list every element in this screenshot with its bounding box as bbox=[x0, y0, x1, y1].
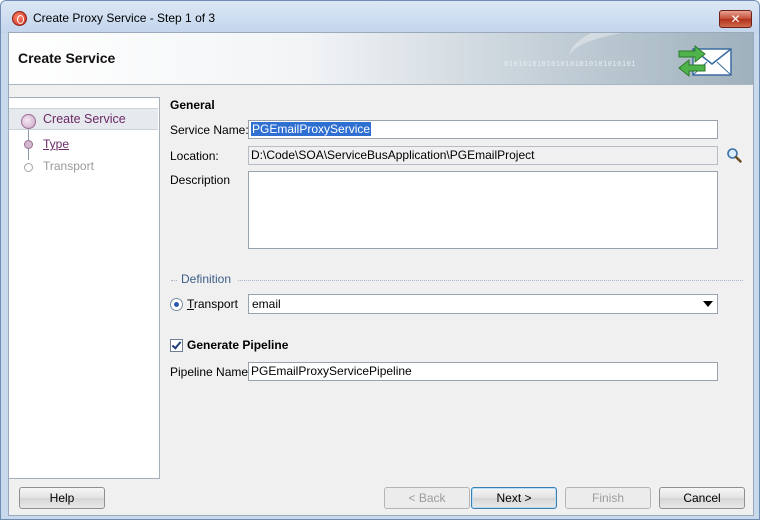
current-step-icon bbox=[21, 114, 36, 129]
transport-select[interactable]: email bbox=[248, 294, 718, 314]
step-visited-icon bbox=[24, 140, 33, 149]
envelope-exchange-icon bbox=[678, 44, 732, 78]
browse-search-icon[interactable] bbox=[726, 147, 742, 163]
pipeline-name-label: Pipeline Name: bbox=[170, 365, 252, 379]
header-banner: Create Service 0101010101010101010101010… bbox=[9, 33, 753, 85]
location-label: Location: bbox=[170, 149, 219, 163]
checkmark-icon bbox=[171, 339, 182, 350]
back-button[interactable]: < Back bbox=[384, 487, 470, 509]
service-name-label: Service Name: bbox=[170, 123, 249, 137]
step-pending-icon bbox=[24, 163, 33, 172]
nav-step-label: Create Service bbox=[43, 112, 126, 126]
transport-selected-value: email bbox=[252, 297, 281, 311]
nav-step-label: Transport bbox=[43, 159, 94, 173]
app-logo-icon bbox=[12, 11, 27, 26]
wizard-step-nav: Create Service Type Transport bbox=[9, 97, 160, 479]
cancel-button[interactable]: Cancel bbox=[659, 487, 745, 509]
transport-label-rest: ransport bbox=[193, 297, 238, 311]
title-bar[interactable]: Create Proxy Service - Step 1 of 3 ✕ bbox=[1, 1, 759, 33]
definition-heading: Definition bbox=[181, 272, 232, 286]
general-heading: General bbox=[170, 98, 215, 112]
next-button[interactable]: Next > bbox=[471, 487, 557, 509]
generate-pipeline-checkbox[interactable] bbox=[170, 339, 183, 352]
description-label: Description bbox=[170, 173, 231, 187]
transport-label: Transport bbox=[187, 297, 238, 311]
service-name-value: PGEmailProxyService bbox=[251, 122, 372, 136]
location-input[interactable]: D:\Code\SOA\ServiceBusApplication\PGEmai… bbox=[248, 146, 718, 165]
transport-radio[interactable] bbox=[170, 298, 183, 311]
nav-step-transport: Transport bbox=[9, 156, 158, 178]
service-name-input[interactable]: PGEmailProxyService bbox=[248, 120, 718, 139]
nav-step-create-service[interactable]: Create Service bbox=[9, 108, 158, 130]
definition-divider-left bbox=[171, 280, 177, 281]
window-title: Create Proxy Service - Step 1 of 3 bbox=[33, 11, 216, 25]
description-textarea[interactable] bbox=[248, 171, 718, 249]
create-proxy-service-window: Create Proxy Service - Step 1 of 3 ✕ Cre… bbox=[0, 0, 760, 520]
definition-divider-right bbox=[238, 280, 743, 281]
transport-mnemonic: T bbox=[187, 297, 194, 311]
generate-pipeline-label: Generate Pipeline bbox=[187, 338, 289, 352]
nav-step-type[interactable]: Type bbox=[9, 134, 158, 156]
help-button[interactable]: Help bbox=[19, 487, 105, 509]
finish-button[interactable]: Finish bbox=[565, 487, 651, 509]
nav-step-label: Type bbox=[43, 137, 70, 151]
pipeline-name-input[interactable]: PGEmailProxyServicePipeline bbox=[248, 362, 718, 381]
banner-binary-text: 0101010101010101010101010101 bbox=[504, 60, 637, 68]
close-button[interactable]: ✕ bbox=[719, 10, 752, 28]
dialog-client-area: Create Service 0101010101010101010101010… bbox=[8, 32, 754, 516]
chevron-down-icon bbox=[703, 301, 713, 307]
banner-title: Create Service bbox=[18, 50, 116, 66]
